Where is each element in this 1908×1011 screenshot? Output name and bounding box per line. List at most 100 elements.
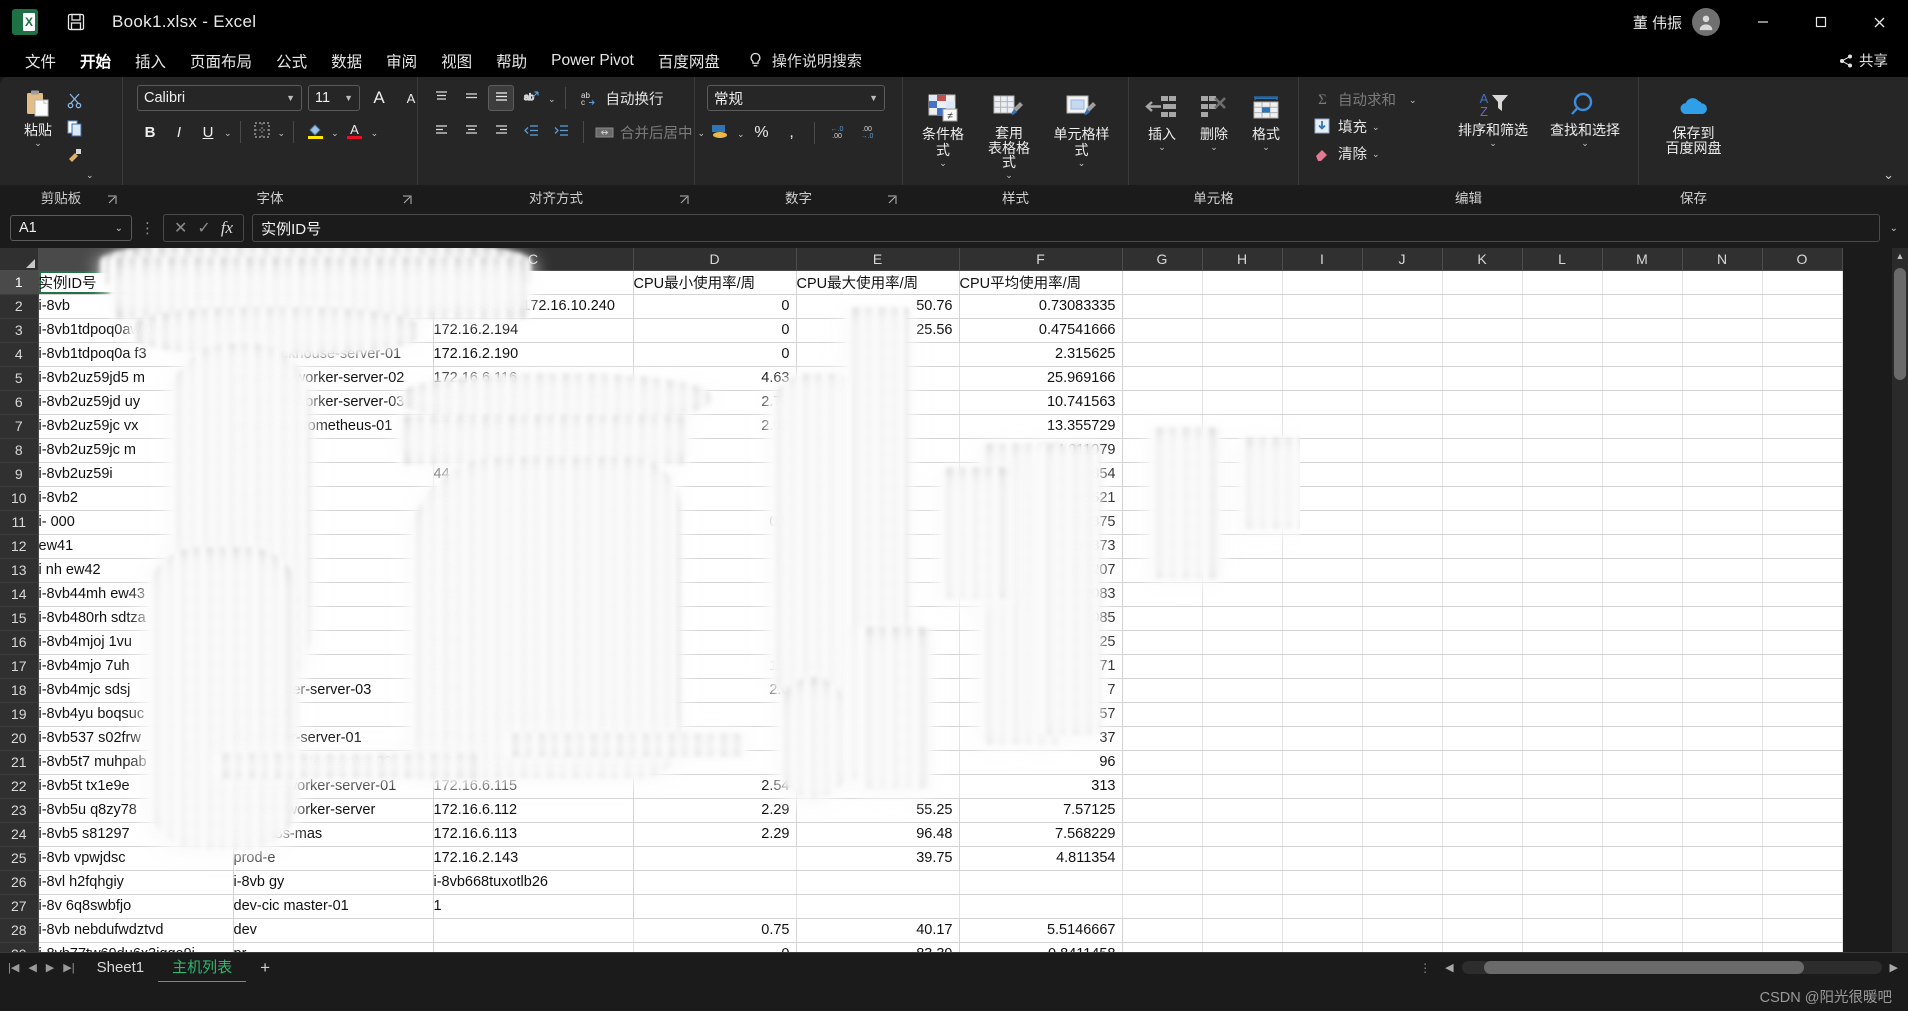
grid-cell-O2[interactable] xyxy=(1762,294,1842,318)
grid-cell-F1[interactable]: CPU平均使用率/周 xyxy=(959,270,1122,294)
grid-cell-H25[interactable] xyxy=(1202,846,1282,870)
grid-cell-F14[interactable]: 2083 xyxy=(959,582,1122,606)
grid-cell-G27[interactable] xyxy=(1122,894,1202,918)
grid-cell-K3[interactable] xyxy=(1442,318,1522,342)
grid-row[interactable]: 19i-8vb4yu boqsucgateway39.98.209.8,172.… xyxy=(0,702,1842,726)
grid-cell-B27[interactable]: dev-cic master-01 xyxy=(233,894,433,918)
grid-cell-M11[interactable] xyxy=(1602,510,1682,534)
grid-cell-O7[interactable] xyxy=(1762,414,1842,438)
align-center-button[interactable] xyxy=(458,119,484,145)
grid-cell-B22[interactable]: rod-k8s-worker-server-01 xyxy=(233,774,433,798)
grid-cell-A9[interactable]: i-8vb2uz59i xyxy=(38,462,233,486)
grid-cell-I26[interactable] xyxy=(1282,870,1362,894)
grid-row[interactable]: 23i-8vb5u q8zy78rod-k8s-worker-server172… xyxy=(0,798,1842,822)
grid-cell-L14[interactable] xyxy=(1522,582,1602,606)
grid-cell-K7[interactable] xyxy=(1442,414,1522,438)
grid-cell-D19[interactable] xyxy=(633,702,796,726)
grow-font-button[interactable]: A xyxy=(366,85,392,111)
format-painter-button[interactable] xyxy=(64,143,86,167)
grid-cell-C26[interactable]: i-8vb668tuxotlb26 xyxy=(433,870,633,894)
grid-cell-J26[interactable] xyxy=(1362,870,1442,894)
cut-button[interactable] xyxy=(64,89,86,113)
column-header-D[interactable]: D xyxy=(633,248,796,270)
font-dialog-launcher[interactable] xyxy=(401,193,413,205)
grid-cell-L16[interactable] xyxy=(1522,630,1602,654)
grid-cell-O17[interactable] xyxy=(1762,654,1842,678)
grid-cell-C10[interactable]: 45 xyxy=(433,486,633,510)
grid-cell-M8[interactable] xyxy=(1602,438,1682,462)
grid-cell-J21[interactable] xyxy=(1362,750,1442,774)
grid-cell-I4[interactable] xyxy=(1282,342,1362,366)
grid-row[interactable]: 25i-8vb vpwjdscprod-e172.16.2.14339.754.… xyxy=(0,846,1842,870)
grid-cell-L24[interactable] xyxy=(1522,822,1602,846)
grid-cell-H28[interactable] xyxy=(1202,918,1282,942)
grid-cell-M10[interactable] xyxy=(1602,486,1682,510)
borders-button[interactable] xyxy=(249,119,275,145)
grid-cell-I13[interactable] xyxy=(1282,558,1362,582)
grid-cell-L3[interactable] xyxy=(1522,318,1602,342)
row-header-2[interactable]: 2 xyxy=(0,294,38,318)
grid-cell-K17[interactable] xyxy=(1442,654,1522,678)
row-header-18[interactable]: 18 xyxy=(0,678,38,702)
row-header-24[interactable]: 24 xyxy=(0,822,38,846)
grid-cell-B3[interactable]: p er-02 xyxy=(233,318,433,342)
increase-decimal-button[interactable]: ←.0.00 xyxy=(824,120,850,146)
grid-cell-O11[interactable] xyxy=(1762,510,1842,534)
grid-cell-F10[interactable]: 8.505521 xyxy=(959,486,1122,510)
grid-cell-C25[interactable]: 172.16.2.143 xyxy=(433,846,633,870)
align-right-button[interactable] xyxy=(488,119,514,145)
autosum-chevron-down-icon[interactable]: ⌄ xyxy=(1409,96,1417,104)
grid-row[interactable]: 15i-8vb480rh sdtzatl2.159085 xyxy=(0,606,1842,630)
grid-cell-E27[interactable] xyxy=(796,894,959,918)
minimize-button[interactable] xyxy=(1734,0,1792,44)
delete-cells-button[interactable]: 删除 ⌄ xyxy=(1188,89,1240,154)
grid-cell-B6[interactable]: prod-k8s-worker-server-03 xyxy=(233,390,433,414)
grid-cell-K22[interactable] xyxy=(1442,774,1522,798)
grid-cell-N6[interactable] xyxy=(1682,390,1762,414)
maximize-button[interactable] xyxy=(1792,0,1850,44)
grid-cell-A23[interactable]: i-8vb5u q8zy78 xyxy=(38,798,233,822)
grid-cell-J11[interactable] xyxy=(1362,510,1442,534)
copy-button[interactable] xyxy=(64,116,86,140)
row-header-25[interactable]: 25 xyxy=(0,846,38,870)
collapse-ribbon-button[interactable]: ⌄ xyxy=(1883,171,1894,179)
grid-cell-M13[interactable] xyxy=(1602,558,1682,582)
grid-cell-O21[interactable] xyxy=(1762,750,1842,774)
column-header-F[interactable]: F xyxy=(959,248,1122,270)
grid-cell-B5[interactable]: prod-k8s-worker-server-02 xyxy=(233,366,433,390)
tab-insert[interactable]: 插入 xyxy=(124,48,177,74)
grid-cell-D27[interactable] xyxy=(633,894,796,918)
grid-cell-F26[interactable] xyxy=(959,870,1122,894)
alignment-dialog-launcher[interactable] xyxy=(678,193,690,205)
grid-cell-M1[interactable] xyxy=(1602,270,1682,294)
grid-cell-A28[interactable]: i-8vb nebdufwdztvd xyxy=(38,918,233,942)
grid-cell-F5[interactable]: 25.969166 xyxy=(959,366,1122,390)
formula-input[interactable]: 实例ID号 xyxy=(252,214,1880,242)
grid-cell-A14[interactable]: i-8vb44mh ew43 xyxy=(38,582,233,606)
grid-cell-O19[interactable] xyxy=(1762,702,1842,726)
row-header-16[interactable]: 16 xyxy=(0,630,38,654)
insert-cells-button[interactable]: 插入 ⌄ xyxy=(1136,89,1188,154)
grid-cell-K28[interactable] xyxy=(1442,918,1522,942)
grid-cell-H19[interactable] xyxy=(1202,702,1282,726)
grid-cell-F22[interactable]: 313 xyxy=(959,774,1122,798)
grid-cell-L27[interactable] xyxy=(1522,894,1602,918)
column-header-B[interactable]: B xyxy=(233,248,433,270)
grid-cell-M6[interactable] xyxy=(1602,390,1682,414)
column-header-N[interactable]: N xyxy=(1682,248,1762,270)
grid-cell-N17[interactable] xyxy=(1682,654,1762,678)
grid-cell-F8[interactable]: 4.011979 xyxy=(959,438,1122,462)
grid-cell-K18[interactable] xyxy=(1442,678,1522,702)
expand-formula-bar-button[interactable]: ⌄ xyxy=(1890,223,1898,234)
grid-cell-N3[interactable] xyxy=(1682,318,1762,342)
accounting-chevron-down-icon[interactable]: ⌄ xyxy=(737,130,745,138)
grid-cell-J24[interactable] xyxy=(1362,822,1442,846)
grid-cell-O15[interactable] xyxy=(1762,606,1842,630)
grid-cell-L8[interactable] xyxy=(1522,438,1602,462)
fx-icon[interactable]: fx xyxy=(221,218,233,238)
grid-cell-I22[interactable] xyxy=(1282,774,1362,798)
grid-cell-I3[interactable] xyxy=(1282,318,1362,342)
scroll-up-icon[interactable]: ▲ xyxy=(1892,248,1908,264)
grid-cell-J1[interactable] xyxy=(1362,270,1442,294)
grid-cell-B18[interactable]: k8s-master-server-03 xyxy=(233,678,433,702)
